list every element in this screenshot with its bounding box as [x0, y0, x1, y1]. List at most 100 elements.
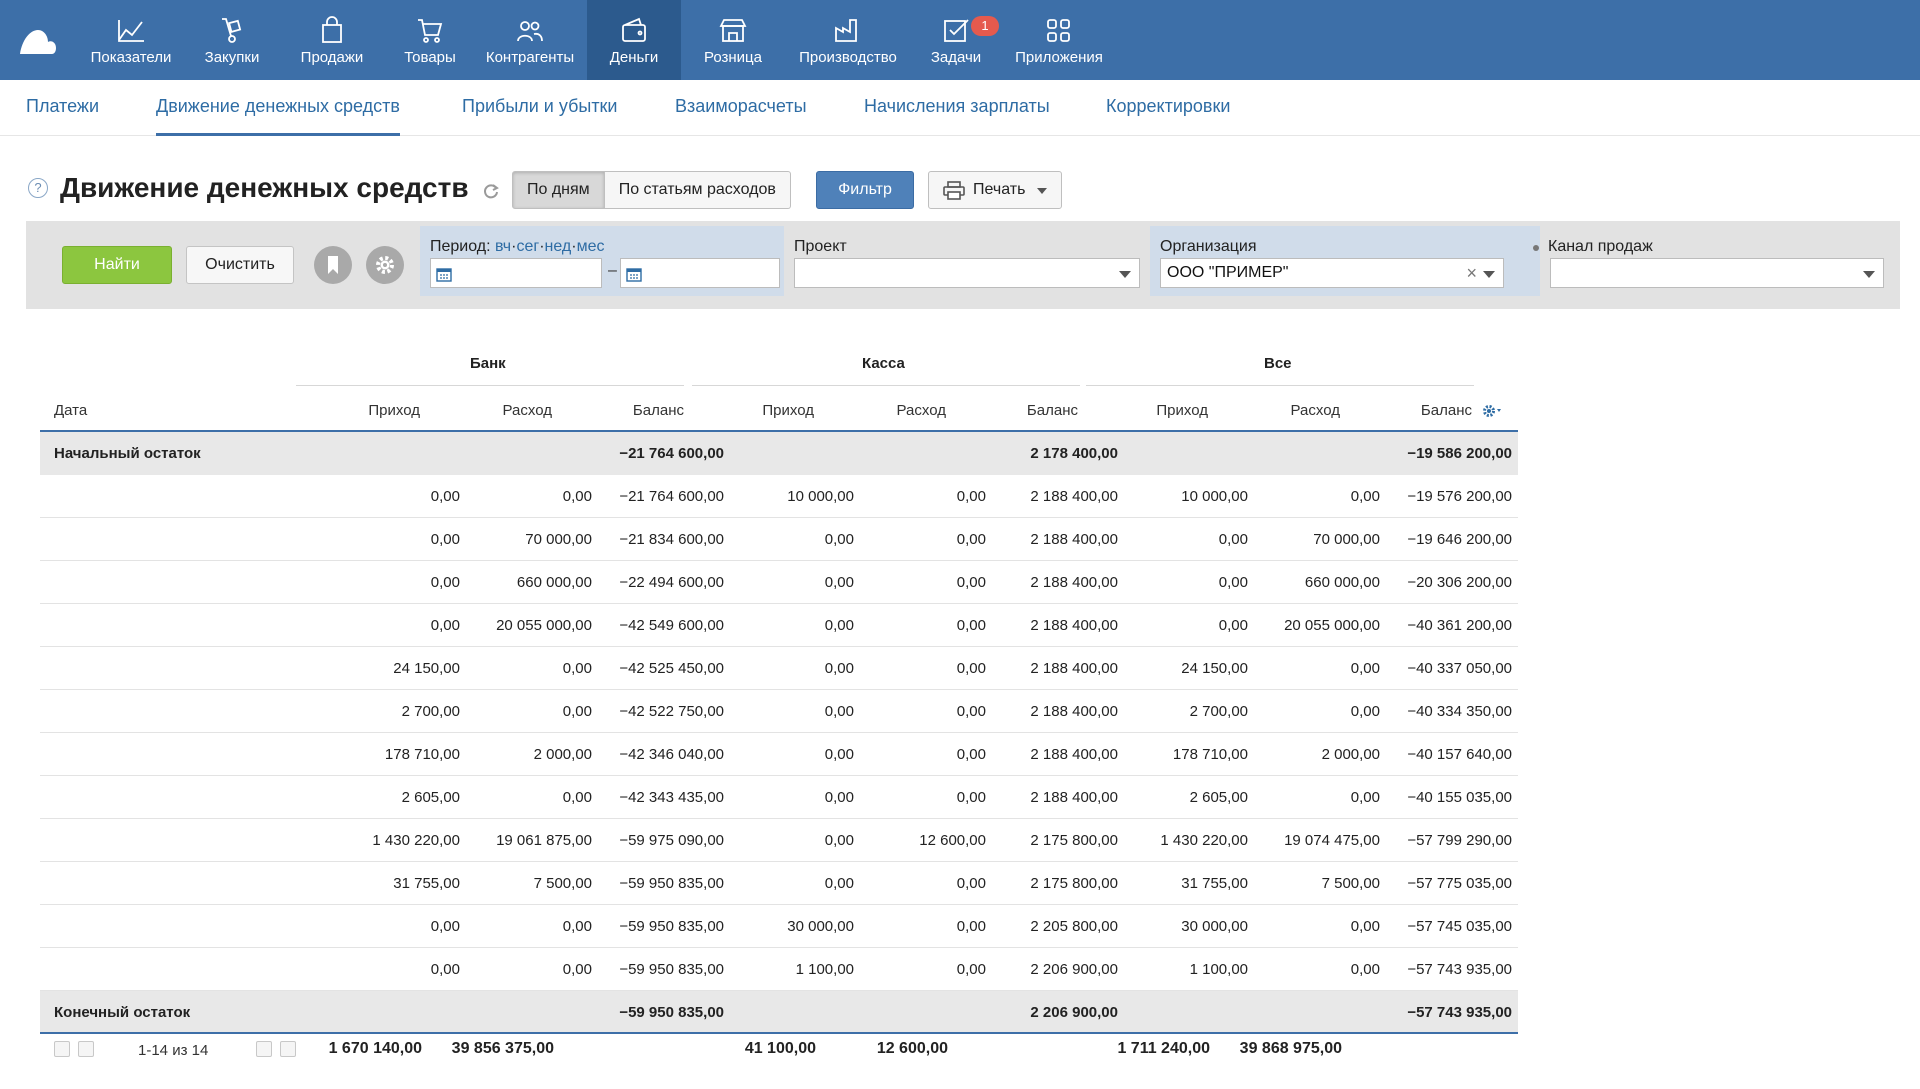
nav-production[interactable]: Производство [785, 0, 911, 80]
notification-badge: 1 [971, 16, 999, 36]
next-page-button[interactable] [256, 1041, 272, 1057]
organization-filter: Организация ООО "ПРИМЕР" × [1150, 226, 1540, 296]
cell-all-expense: 7 500,00 [1321, 875, 1380, 892]
column-header-bank-expense[interactable]: Расход [503, 402, 552, 419]
column-header-cash-expense[interactable]: Расход [897, 402, 946, 419]
project-select[interactable] [794, 258, 1140, 288]
cell-bank-balance: −42 525 450,00 [619, 660, 724, 677]
by-expense-items-button[interactable]: По статьям расходов [604, 171, 791, 209]
table-row[interactable]: 178 710,00 2 000,00 −42 346 040,00 0,00 0,00… [40, 733, 1518, 776]
nav-label: Контрагенты [485, 49, 575, 66]
tab-payments[interactable]: Платежи [26, 80, 99, 136]
cell-all-balance: −19 576 200,00 [1407, 488, 1512, 505]
table-row[interactable]: 0,00 0,00 −21 764 600,00 10 000,00 0,00 2 188… [40, 475, 1518, 518]
help-icon[interactable]: ? [28, 178, 48, 198]
period-from-input[interactable] [430, 258, 602, 288]
column-header-all-balance[interactable]: Баланс [1421, 402, 1472, 419]
nav-label: Приложения [1015, 49, 1103, 66]
nav-sales[interactable]: Продажи [277, 0, 387, 80]
row-label: Начальный остаток [54, 445, 201, 462]
table-row[interactable]: 1 430 220,00 19 061 875,00 −59 975 090,00 0… [40, 819, 1518, 862]
prev-page-button[interactable] [78, 1041, 94, 1057]
cell-cash-income: 0,00 [824, 531, 854, 548]
find-button[interactable]: Найти [62, 246, 172, 284]
clear-icon[interactable]: × [1466, 259, 1477, 287]
table-row[interactable]: 2 605,00 0,00 −42 343 435,00 0,00 0,00 2 188 … [40, 776, 1518, 819]
cell-all-balance: −19 646 200,00 [1407, 531, 1512, 548]
group-header-bank: Банк [470, 355, 506, 372]
period-link-yesterday[interactable]: вч [495, 238, 511, 255]
column-header-all-income[interactable]: Приход [1156, 402, 1208, 419]
tab-profit-loss[interactable]: Прибыли и убытки [462, 80, 618, 136]
table-row[interactable]: 2 700,00 0,00 −42 522 750,00 0,00 0,00 2 188 … [40, 690, 1518, 733]
column-header-date[interactable]: Дата [54, 402, 87, 419]
calendar-icon[interactable] [626, 266, 642, 282]
sales-channel-select[interactable] [1550, 258, 1884, 288]
cell-cash-expense: 12 600,00 [919, 832, 986, 849]
table-row[interactable]: 0,00 0,00 −59 950 835,00 30 000,00 0,00 2 205… [40, 905, 1518, 948]
print-button[interactable]: Печать [928, 171, 1062, 209]
cell-all-expense: 0,00 [1350, 961, 1380, 978]
tab-settlements[interactable]: Взаиморасчеты [675, 80, 807, 136]
tab-adjustments[interactable]: Корректировки [1106, 80, 1230, 136]
sales-channel-filter: Канал продаж [1520, 226, 1900, 296]
column-header-cash-income[interactable]: Приход [762, 402, 814, 419]
filter-button[interactable]: Фильтр [816, 171, 914, 209]
cell-cash-balance: 2 175 800,00 [1030, 875, 1118, 892]
period-link-today[interactable]: сег [516, 238, 539, 255]
first-page-button[interactable] [54, 1041, 70, 1057]
gear-icon [376, 256, 394, 274]
cell-bank-income: 178 710,00 [384, 746, 460, 763]
bookmark-button[interactable] [314, 246, 352, 284]
table-row[interactable]: 24 150,00 0,00 −42 525 450,00 0,00 0,00 2 188… [40, 647, 1518, 690]
tab-payroll[interactable]: Начисления зарплаты [864, 80, 1050, 136]
calendar-icon[interactable] [436, 266, 452, 282]
period-to-input[interactable] [620, 258, 780, 288]
period-filter: Период: вч·сег·нед·мес – [420, 226, 784, 296]
cell-all-expense: 0,00 [1350, 660, 1380, 677]
nav-products[interactable]: Товары [387, 0, 473, 80]
cell-cash-expense: 0,00 [956, 703, 986, 720]
cell-cash-expense: 0,00 [956, 660, 986, 677]
cell-all-income: 178 710,00 [1172, 746, 1248, 763]
organization-select[interactable]: ООО "ПРИМЕР" × [1160, 258, 1504, 288]
cell-bank-income: 0,00 [430, 488, 460, 505]
nav-purchases[interactable]: Закупки [187, 0, 277, 80]
footer-cell-bank-income: 1 670 140,00 [328, 1040, 422, 1057]
cell-bank-expense: 0,00 [562, 789, 592, 806]
cell-cash-expense: 0,00 [956, 617, 986, 634]
column-header-all-expense[interactable]: Расход [1291, 402, 1340, 419]
settings-button[interactable] [366, 246, 404, 284]
cell-bank-income: 31 755,00 [393, 875, 460, 892]
nav-retail[interactable]: Розница [681, 0, 785, 80]
nav-counterparties[interactable]: Контрагенты [473, 0, 587, 80]
refresh-icon[interactable] [482, 182, 500, 200]
logo-icon[interactable] [18, 22, 58, 58]
period-link-month[interactable]: мес [577, 238, 605, 255]
nav-label: Показатели [90, 49, 172, 66]
period-link-week[interactable]: нед [545, 238, 572, 255]
by-days-button[interactable]: По дням [512, 171, 605, 209]
nav-apps[interactable]: Приложения [1001, 0, 1117, 80]
table-row[interactable]: 0,00 660 000,00 −22 494 600,00 0,00 0,00 2 18… [40, 561, 1518, 604]
wallet-icon [622, 17, 646, 42]
period-label: Период: вч·сег·нед·мес [430, 238, 605, 255]
table-row[interactable]: 0,00 20 055 000,00 −42 549 600,00 0,00 0,00 2… [40, 604, 1518, 647]
cell-all-balance: −20 306 200,00 [1407, 574, 1512, 591]
table-row[interactable]: 0,00 70 000,00 −21 834 600,00 0,00 0,00 2 188… [40, 518, 1518, 561]
nav-indicators[interactable]: Показатели [75, 0, 187, 80]
cell-cash-expense: 0,00 [956, 918, 986, 935]
table-row[interactable]: 31 755,00 7 500,00 −59 950 835,00 0,00 0,00 2… [40, 862, 1518, 905]
column-header-cash-balance[interactable]: Баланс [1027, 402, 1078, 419]
cell-bank-balance: −42 343 435,00 [619, 789, 724, 806]
nav-tasks[interactable]: Задачи 1 [911, 0, 1001, 80]
column-settings-icon[interactable] [1482, 404, 1506, 418]
column-header-bank-income[interactable]: Приход [368, 402, 420, 419]
column-header-bank-balance[interactable]: Баланс [633, 402, 684, 419]
last-page-button[interactable] [280, 1041, 296, 1057]
nav-money[interactable]: Деньги [587, 0, 681, 80]
clear-button[interactable]: Очистить [186, 246, 294, 284]
footer-cell-all-expense: 39 868 975,00 [1239, 1040, 1342, 1057]
tab-cash-flow[interactable]: Движение денежных средств [156, 80, 400, 136]
table-row[interactable]: 0,00 0,00 −59 950 835,00 1 100,00 0,00 2 206 … [40, 948, 1518, 991]
